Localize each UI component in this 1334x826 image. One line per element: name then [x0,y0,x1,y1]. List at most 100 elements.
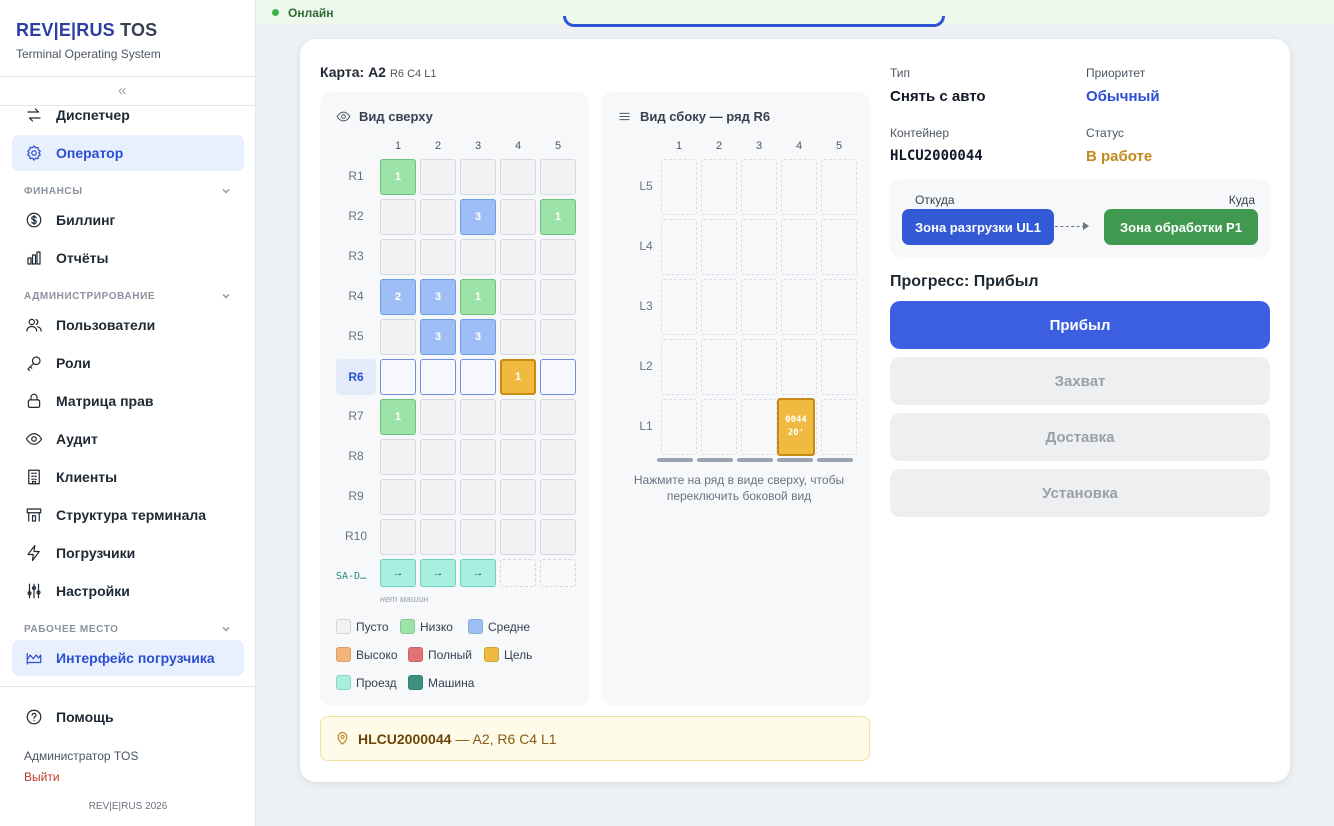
yard-slot[interactable]: 3 [460,199,496,235]
tier-slot[interactable] [741,339,777,395]
nav-dispatcher[interactable]: Диспетчер [12,97,244,133]
section-finance[interactable]: ФИНАНСЫ [24,185,232,197]
step-delivery-button[interactable]: Доставка [890,413,1270,461]
logout-link[interactable]: Выйти [24,770,60,784]
nav-loaders[interactable]: Погрузчики [12,535,244,571]
tier-slot[interactable] [781,219,817,275]
row-header[interactable]: R2 [336,209,376,223]
tier-slot[interactable] [701,339,737,395]
nav-settings[interactable]: Настройки [12,573,244,609]
yard-slot[interactable] [460,159,496,195]
yard-slot[interactable] [500,399,536,435]
tier-slot[interactable] [661,279,697,335]
brand-logo[interactable]: REV|E|RUS TOS [16,20,161,41]
tier-slot[interactable] [821,399,857,455]
nav-terminal-structure[interactable]: Структура терминала [12,497,244,533]
row-header[interactable]: R9 [336,489,376,503]
tier-slot[interactable] [741,279,777,335]
tier-slot[interactable] [821,219,857,275]
tier-slot[interactable] [741,219,777,275]
step-install-button[interactable]: Установка [890,469,1270,517]
yard-slot[interactable] [460,519,496,555]
tier-slot[interactable] [701,399,737,455]
yard-slot[interactable] [460,239,496,275]
lane-slot[interactable]: → [420,559,456,587]
yard-slot[interactable] [420,439,456,475]
yard-slot[interactable] [540,239,576,275]
yard-slot[interactable] [460,439,496,475]
yard-slot[interactable] [500,319,536,355]
tier-slot[interactable] [781,159,817,215]
yard-slot[interactable] [540,359,576,395]
nav-billing[interactable]: Биллинг [12,202,244,238]
tier-slot[interactable] [701,279,737,335]
tier-slot[interactable] [821,339,857,395]
yard-slot[interactable] [500,239,536,275]
yard-slot[interactable] [420,359,456,395]
lane-slot[interactable] [500,559,536,587]
tier-slot[interactable] [741,399,777,455]
lane-slot[interactable] [540,559,576,587]
yard-slot[interactable] [420,199,456,235]
step-capture-button[interactable]: Захват [890,357,1270,405]
yard-slot[interactable] [420,479,456,515]
nav-permissions[interactable]: Матрица прав [12,383,244,419]
yard-slot[interactable] [380,199,416,235]
yard-slot[interactable]: 1 [380,159,416,195]
yard-slot[interactable] [420,519,456,555]
yard-slot[interactable] [500,519,536,555]
tier-slot[interactable] [701,219,737,275]
yard-slot[interactable] [500,279,536,315]
yard-slot[interactable] [380,359,416,395]
yard-slot[interactable]: 1 [540,199,576,235]
tier-slot[interactable] [661,219,697,275]
target-slot[interactable]: 1 [500,359,536,395]
yard-slot[interactable] [540,479,576,515]
section-admin[interactable]: АДМИНИСТРИРОВАНИЕ [24,290,232,302]
yard-slot[interactable] [460,359,496,395]
nav-clients[interactable]: Клиенты [12,459,244,495]
row-header[interactable]: R3 [336,249,376,263]
yard-slot[interactable] [460,399,496,435]
tier-slot[interactable] [781,339,817,395]
tier-slot[interactable] [661,399,697,455]
yard-slot[interactable] [380,519,416,555]
yard-slot[interactable]: 3 [460,319,496,355]
tier-slot[interactable] [661,339,697,395]
yard-slot[interactable] [540,319,576,355]
row-header[interactable]: R5 [336,329,376,343]
yard-slot[interactable] [540,279,576,315]
yard-slot[interactable] [540,519,576,555]
step-arrived-button[interactable]: Прибыл [890,301,1270,349]
yard-slot[interactable] [540,159,576,195]
row-header[interactable]: R7 [336,409,376,423]
nav-roles[interactable]: Роли [12,345,244,381]
row-header[interactable]: R1 [336,169,376,183]
target-container[interactable]: 0044 20' [777,398,815,456]
lane-slot[interactable]: → [460,559,496,587]
tier-slot[interactable] [821,279,857,335]
yard-slot[interactable]: 1 [460,279,496,315]
yard-slot[interactable]: 3 [420,279,456,315]
row-header[interactable]: R4 [336,289,376,303]
tier-slot[interactable] [821,159,857,215]
row-header[interactable]: R8 [336,449,376,463]
nav-help[interactable]: Помощь [12,699,244,735]
yard-slot[interactable] [420,239,456,275]
tier-slot[interactable] [701,159,737,215]
lane-slot[interactable]: → [380,559,416,587]
nav-audit[interactable]: Аудит [12,421,244,457]
yard-slot[interactable] [500,439,536,475]
tier-slot[interactable] [741,159,777,215]
yard-slot[interactable]: 2 [380,279,416,315]
yard-slot[interactable] [380,479,416,515]
yard-slot[interactable] [420,159,456,195]
tier-slot[interactable] [661,159,697,215]
yard-slot[interactable]: 3 [420,319,456,355]
yard-slot[interactable]: 1 [380,399,416,435]
nav-operator[interactable]: Оператор [12,135,244,171]
section-workplace[interactable]: РАБОЧЕЕ МЕСТО [24,623,232,635]
yard-slot[interactable] [500,479,536,515]
yard-slot[interactable] [380,439,416,475]
row-header[interactable]: R6 [336,359,376,395]
